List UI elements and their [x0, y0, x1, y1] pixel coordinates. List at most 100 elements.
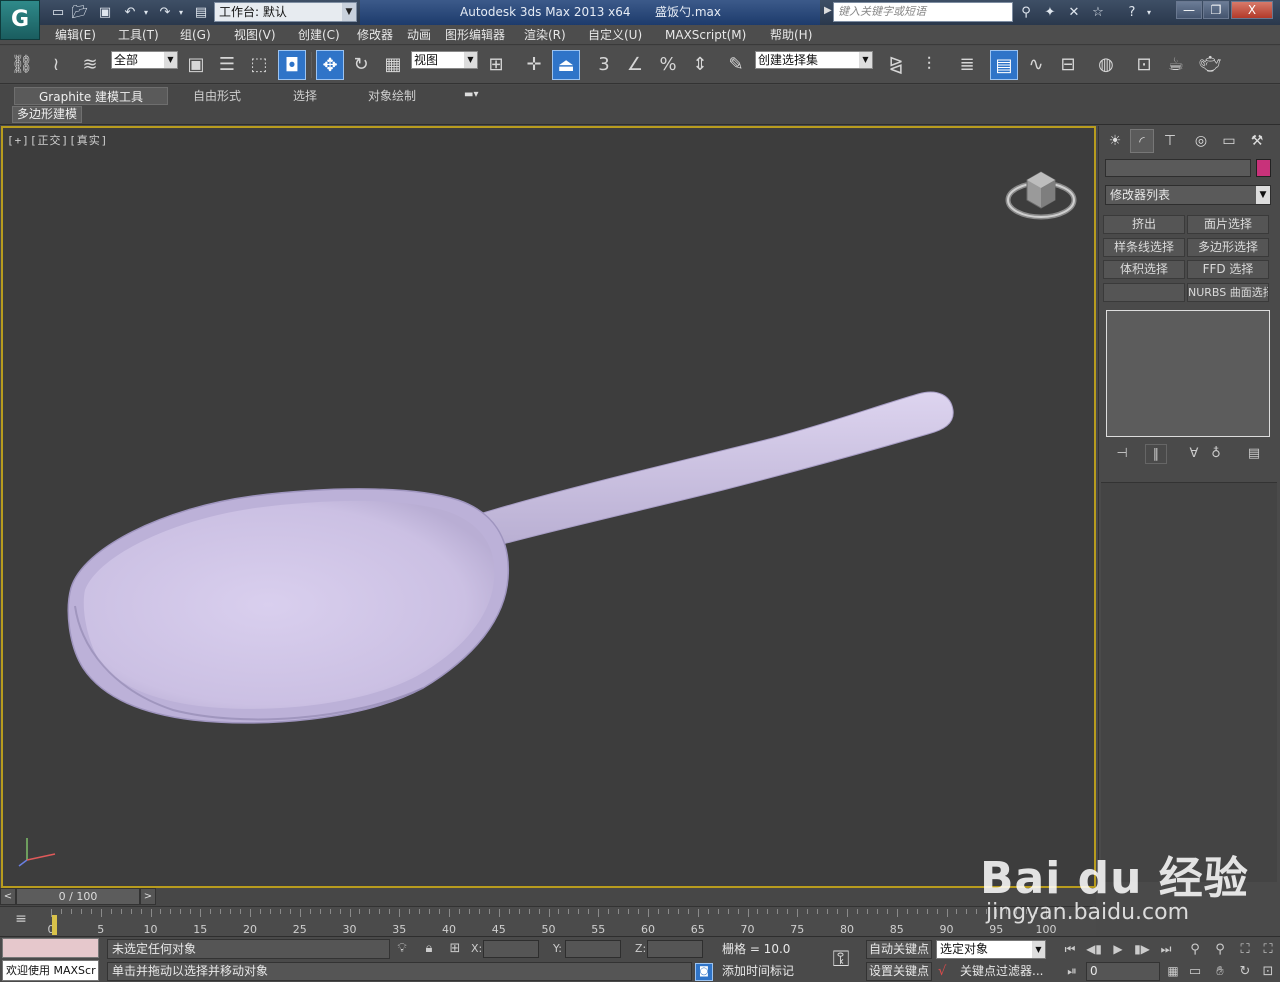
maximize-viewport-icon[interactable]: ⊡ [1258, 962, 1278, 981]
zoom-extents-icon[interactable]: ⛶ [1235, 940, 1255, 959]
binoculars-icon[interactable]: ⚲ [1016, 3, 1036, 22]
manipulate-icon[interactable]: ✛ [520, 50, 548, 80]
maximize-button[interactable]: ❐ [1203, 1, 1229, 19]
go-to-end-icon[interactable]: ⏭ [1156, 940, 1176, 959]
snaps-toggle-icon[interactable]: 3 [590, 50, 618, 80]
undo-dropdown-icon[interactable]: ▾ [140, 3, 152, 22]
menu-help[interactable]: 帮助(H) [770, 26, 812, 44]
empty-modifier-button[interactable] [1103, 283, 1185, 302]
selection-lock-icon[interactable]: 🔒︎ [420, 940, 438, 958]
display-tab-icon[interactable]: ▭ [1217, 129, 1241, 153]
add-time-tag[interactable]: 添加时间标记 [718, 962, 816, 981]
zoom-icon[interactable]: ⚲ [1185, 940, 1205, 959]
align-icon[interactable]: ⫶ [915, 50, 943, 80]
ffd-select-button[interactable]: FFD 选择 [1187, 260, 1269, 279]
key-mode-toggle-icon[interactable]: ⏯ [1062, 962, 1082, 981]
subscription-icon[interactable]: ✦ [1040, 3, 1060, 22]
perspective-viewport[interactable]: [+][正交][真实] [1, 126, 1096, 888]
time-tag-icon[interactable]: ◙ [695, 963, 713, 981]
save-file-icon[interactable]: ▣ [95, 3, 115, 22]
menu-create[interactable]: 创建(C) [298, 26, 340, 44]
undo-icon[interactable]: ↶ [120, 3, 140, 22]
new-file-icon[interactable]: ▭ [48, 3, 68, 22]
reference-coordinate-dropdown[interactable]: 视图 ▼ [411, 51, 478, 69]
menu-customize[interactable]: 自定义(U) [588, 26, 642, 44]
time-slider-next-button[interactable]: > [140, 888, 156, 905]
rendered-frame-icon[interactable]: ☕︎ [1162, 50, 1190, 80]
tab-selection[interactable]: 选择 [287, 87, 323, 105]
curve-editor-icon[interactable]: ∿ [1022, 50, 1050, 80]
create-tab-sun-icon[interactable]: ☀ [1103, 129, 1127, 153]
layer-manager-icon[interactable]: ≣ [953, 50, 981, 80]
edit-named-selections-icon[interactable]: ✎ [722, 50, 750, 80]
trackbar[interactable]: ≡ 0 5 10 15 20 25 30 35 40 45 50 55 60 65 70 75 80 85 90 95… [0, 906, 1096, 936]
hierarchy-tab-icon[interactable]: ⊤ [1158, 129, 1182, 153]
modify-tab-icon[interactable]: ◜ [1130, 129, 1154, 153]
show-end-result-icon[interactable]: ∥ [1145, 444, 1167, 464]
viewcube[interactable] [1003, 158, 1083, 228]
material-editor-icon[interactable]: ◍ [1092, 50, 1120, 80]
time-configuration-icon[interactable]: ▦ [1163, 962, 1183, 981]
play-icon[interactable]: ▶ [1108, 940, 1128, 959]
extrude-button[interactable]: 挤出 [1103, 215, 1185, 234]
x-coordinate-field[interactable] [483, 940, 539, 958]
menu-tools[interactable]: 工具(T) [118, 26, 159, 44]
frame-ruler[interactable]: 0 5 10 15 20 25 30 35 40 45 50 55 60 65 70 75 80 85 90 95 10… [46, 909, 1057, 936]
help-dropdown-icon[interactable]: ▾ [1144, 3, 1154, 22]
search-input[interactable]: 键入关键字或短语 [833, 2, 1013, 22]
menu-rendering[interactable]: 渲染(R) [524, 26, 566, 44]
tab-graphite-modeling[interactable]: Graphite 建模工具 [14, 87, 169, 105]
pivot-center-icon[interactable]: ⊞ [482, 50, 510, 80]
workspace-selector[interactable]: 工作台: 默认 ▼ [214, 2, 357, 22]
menu-group[interactable]: 组(G) [180, 26, 211, 44]
field-of-view-icon[interactable]: ▭ [1185, 962, 1205, 981]
isolate-selection-bulb-icon[interactable]: 💡︎ [393, 940, 411, 958]
time-slider[interactable]: < 0 / 100 > [0, 888, 1096, 906]
vol-select-button[interactable]: 体积选择 [1103, 260, 1185, 279]
next-frame-icon[interactable]: ▮▶ [1132, 940, 1152, 959]
open-file-icon[interactable]: 📂︎ [70, 3, 90, 22]
percent-snap-icon[interactable]: % [654, 50, 682, 80]
tab-object-paint[interactable]: 对象绘制 [362, 87, 422, 105]
current-frame-marker[interactable] [52, 915, 57, 935]
link-icon[interactable]: ⛓ [8, 50, 36, 80]
help-icon[interactable]: ? [1122, 3, 1142, 22]
pin-stack-icon[interactable]: ⊣ [1111, 444, 1133, 464]
set-keys-key-icon[interactable]: ⚿ [822, 941, 860, 979]
menu-views[interactable]: 视图(V) [234, 26, 276, 44]
modifier-list-dropdown[interactable]: 修改器列表 ▼ [1105, 185, 1271, 205]
schematic-view-icon[interactable]: ⊟ [1054, 50, 1082, 80]
chevron-right-icon[interactable]: ▶ [824, 5, 832, 16]
ribbon-polygon-modeling[interactable]: 多边形建模 [12, 106, 83, 123]
key-mode-dropdown[interactable]: 选定对象 ▼ [936, 940, 1046, 959]
close-button[interactable]: X [1231, 1, 1273, 19]
graphite-toggle-icon[interactable]: ▤ [990, 50, 1018, 80]
z-coordinate-field[interactable] [647, 940, 703, 958]
angle-snap-icon[interactable]: ∠ [621, 50, 649, 80]
modifier-stack[interactable] [1106, 310, 1270, 437]
maxscript-welcome[interactable]: 欢迎使用 MAXScr [2, 960, 99, 981]
key-filters-button[interactable]: 关键点过滤器... [936, 962, 1048, 981]
time-slider-handle[interactable]: 0 / 100 [16, 888, 140, 905]
viewport-label[interactable]: [+][正交][真实] [7, 132, 108, 148]
spoon-model[interactable] [3, 128, 1096, 888]
nurbs-surface-select-button[interactable]: NURBS 曲面选择 [1187, 283, 1269, 302]
select-by-name-icon[interactable]: ☰ [213, 50, 241, 80]
bind-space-warp-icon[interactable]: ≋ [76, 50, 104, 80]
selection-filter-dropdown[interactable]: 全部 ▼ [111, 51, 178, 69]
go-to-start-icon[interactable]: ⏮ [1060, 940, 1080, 959]
menu-modifiers[interactable]: 修改器 [357, 26, 393, 44]
motion-tab-icon[interactable]: ◎ [1189, 129, 1213, 153]
app-menu-button[interactable]: G [0, 0, 40, 40]
maxscript-listener-mini[interactable] [2, 938, 99, 958]
current-frame-field[interactable]: 0 [1086, 962, 1160, 981]
menu-animation[interactable]: 动画 [407, 26, 431, 44]
zoom-extents-all-icon[interactable]: ⛶ [1258, 940, 1278, 959]
render-production-icon[interactable]: 🫖︎ [1196, 50, 1224, 80]
curve-editor-mini-icon[interactable]: ≡ [6, 911, 36, 933]
spinner-snap-icon[interactable]: ⇕ [686, 50, 714, 80]
window-crossing-icon[interactable]: ◘ [278, 50, 306, 80]
select-and-move-icon[interactable]: ✥ [316, 50, 344, 80]
render-setup-icon[interactable]: ⊡ [1130, 50, 1158, 80]
make-unique-icon[interactable]: ∀ [1183, 444, 1205, 464]
